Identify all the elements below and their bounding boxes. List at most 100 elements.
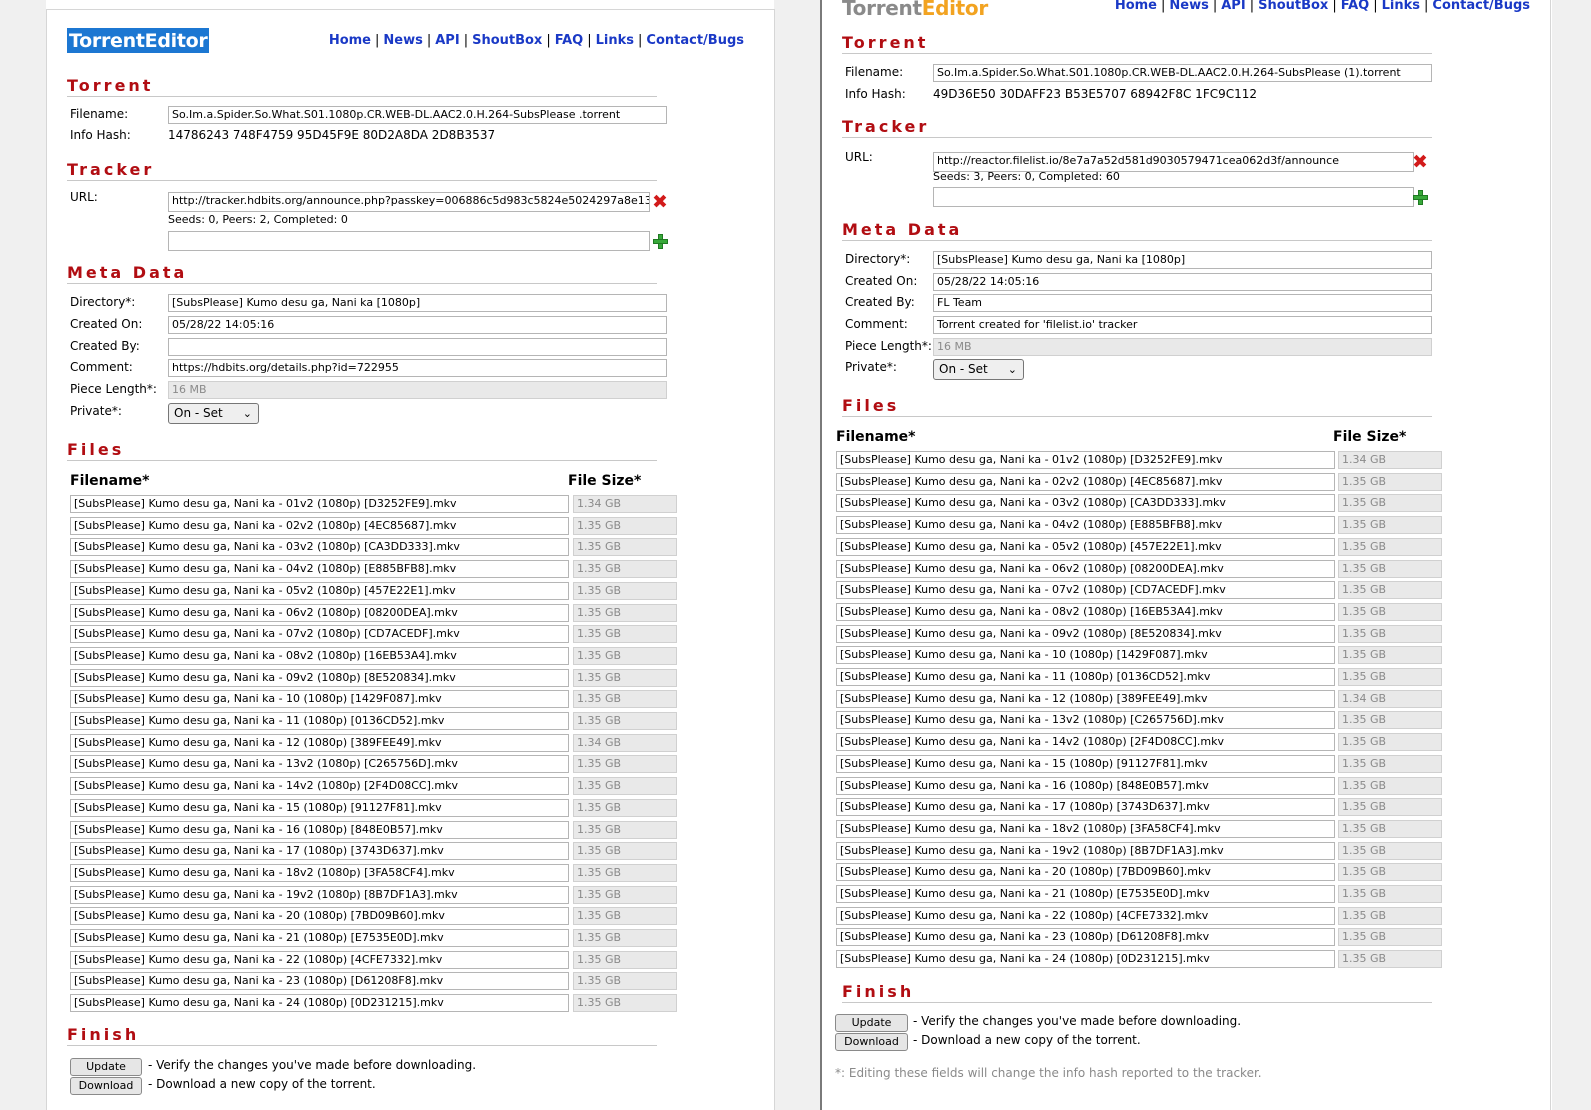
file-name-input[interactable]: [SubsPlease] Kumo desu ga, Nani ka - 17 …: [836, 798, 1335, 816]
file-name-input[interactable]: [SubsPlease] Kumo desu ga, Nani ka - 05v…: [70, 582, 569, 600]
file-name-input[interactable]: [SubsPlease] Kumo desu ga, Nani ka - 06v…: [836, 560, 1335, 578]
file-size-input: 1.35 GB: [1338, 820, 1442, 838]
file-name-input[interactable]: [SubsPlease] Kumo desu ga, Nani ka - 01v…: [70, 495, 569, 513]
add-tracker-icon[interactable]: [653, 234, 668, 249]
file-name-input[interactable]: [SubsPlease] Kumo desu ga, Nani ka - 21 …: [70, 929, 569, 947]
file-name-input[interactable]: [SubsPlease] Kumo desu ga, Nani ka - 05v…: [836, 538, 1335, 556]
file-name-input[interactable]: [SubsPlease] Kumo desu ga, Nani ka - 04v…: [70, 560, 569, 578]
file-name-input[interactable]: [SubsPlease] Kumo desu ga, Nani ka - 08v…: [836, 603, 1335, 621]
file-name-input[interactable]: [SubsPlease] Kumo desu ga, Nani ka - 07v…: [836, 581, 1335, 599]
filename-input[interactable]: So.Im.a.Spider.So.What.S01.1080p.CR.WEB-…: [168, 106, 667, 124]
remove-tracker-icon[interactable]: ✖: [652, 193, 668, 212]
file-name-input[interactable]: [SubsPlease] Kumo desu ga, Nani ka - 21 …: [836, 885, 1335, 903]
file-name-input[interactable]: [SubsPlease] Kumo desu ga, Nani ka - 23 …: [836, 928, 1335, 946]
created-by-input[interactable]: FL Team: [933, 294, 1432, 312]
file-name-input[interactable]: [SubsPlease] Kumo desu ga, Nani ka - 15 …: [836, 755, 1335, 773]
file-name-input[interactable]: [SubsPlease] Kumo desu ga, Nani ka - 17 …: [70, 842, 569, 860]
created-on-input[interactable]: 05/28/22 14:05:16: [933, 273, 1432, 291]
section-files: Files: [67, 440, 657, 461]
file-name-input[interactable]: [SubsPlease] Kumo desu ga, Nani ka - 14v…: [70, 777, 569, 795]
filename-label: Filename:: [845, 65, 904, 79]
nav-link-contact-bugs[interactable]: Contact/Bugs: [646, 33, 744, 48]
nav-link-news[interactable]: News: [383, 33, 422, 48]
file-name-input[interactable]: [SubsPlease] Kumo desu ga, Nani ka - 13v…: [70, 755, 569, 773]
file-name-input[interactable]: [SubsPlease] Kumo desu ga, Nani ka - 04v…: [836, 516, 1335, 534]
nav-link-faq[interactable]: FAQ: [1341, 0, 1370, 13]
site-logo[interactable]: TorrentEditor: [842, 0, 988, 20]
tracker-url-input[interactable]: http://reactor.filelist.io/8e7a7a52d581d…: [933, 152, 1414, 172]
file-name-input[interactable]: [SubsPlease] Kumo desu ga, Nani ka - 22 …: [836, 907, 1335, 925]
file-name-input[interactable]: [SubsPlease] Kumo desu ga, Nani ka - 16 …: [836, 777, 1335, 795]
file-name-input[interactable]: [SubsPlease] Kumo desu ga, Nani ka - 13v…: [836, 711, 1335, 729]
nav-link-api[interactable]: API: [1221, 0, 1245, 13]
file-name-input[interactable]: [SubsPlease] Kumo desu ga, Nani ka - 22 …: [70, 951, 569, 969]
update-description: - Verify the changes you've made before …: [148, 1058, 477, 1072]
file-size-input: 1.35 GB: [573, 517, 677, 535]
file-name-input[interactable]: [SubsPlease] Kumo desu ga, Nani ka - 02v…: [836, 473, 1335, 491]
file-name-input[interactable]: [SubsPlease] Kumo desu ga, Nani ka - 10 …: [836, 646, 1335, 664]
file-size-input: 1.35 GB: [573, 647, 677, 665]
file-name-input[interactable]: [SubsPlease] Kumo desu ga, Nani ka - 09v…: [70, 669, 569, 687]
comment-input[interactable]: https://hdbits.org/details.php?id=722955: [168, 359, 667, 377]
file-name-input[interactable]: [SubsPlease] Kumo desu ga, Nani ka - 20 …: [70, 907, 569, 925]
file-name-input[interactable]: [SubsPlease] Kumo desu ga, Nani ka - 11 …: [70, 712, 569, 730]
nav-link-home[interactable]: Home: [1115, 0, 1157, 13]
created-on-input[interactable]: 05/28/22 14:05:16: [168, 316, 667, 334]
nav-link-shoutbox[interactable]: ShoutBox: [472, 33, 542, 48]
file-name-input[interactable]: [SubsPlease] Kumo desu ga, Nani ka - 15 …: [70, 799, 569, 817]
nav-link-news[interactable]: News: [1169, 0, 1208, 13]
download-button[interactable]: Download: [835, 1033, 908, 1051]
file-name-input[interactable]: [SubsPlease] Kumo desu ga, Nani ka - 18v…: [836, 820, 1335, 838]
nav-link-links[interactable]: Links: [596, 33, 634, 48]
file-name-input[interactable]: [SubsPlease] Kumo desu ga, Nani ka - 18v…: [70, 864, 569, 882]
file-name-input[interactable]: [SubsPlease] Kumo desu ga, Nani ka - 02v…: [70, 517, 569, 535]
file-name-input[interactable]: [SubsPlease] Kumo desu ga, Nani ka - 12 …: [70, 734, 569, 752]
file-name-input[interactable]: [SubsPlease] Kumo desu ga, Nani ka - 20 …: [836, 863, 1335, 881]
file-name-input[interactable]: [SubsPlease] Kumo desu ga, Nani ka - 01v…: [836, 451, 1335, 469]
directory-label: Directory*:: [70, 295, 136, 309]
private-select[interactable]: On - Set ⌄: [168, 403, 259, 424]
file-name-input[interactable]: [SubsPlease] Kumo desu ga, Nani ka - 03v…: [70, 538, 569, 556]
directory-label: Directory*:: [845, 252, 911, 266]
file-name-input[interactable]: [SubsPlease] Kumo desu ga, Nani ka - 03v…: [836, 494, 1335, 512]
tracker-url-input[interactable]: http://tracker.hdbits.org/announce.php?p…: [168, 192, 650, 212]
new-tracker-url-input[interactable]: [168, 231, 650, 251]
nav-link-faq[interactable]: FAQ: [555, 33, 584, 48]
file-name-input[interactable]: [SubsPlease] Kumo desu ga, Nani ka - 07v…: [70, 625, 569, 643]
nav-link-api[interactable]: API: [435, 33, 459, 48]
file-name-input[interactable]: [SubsPlease] Kumo desu ga, Nani ka - 24 …: [70, 994, 569, 1012]
nav-link-shoutbox[interactable]: ShoutBox: [1258, 0, 1328, 13]
directory-input[interactable]: [SubsPlease] Kumo desu ga, Nani ka [1080…: [168, 294, 667, 312]
file-name-input[interactable]: [SubsPlease] Kumo desu ga, Nani ka - 09v…: [836, 625, 1335, 643]
private-select[interactable]: On - Set ⌄: [933, 359, 1024, 380]
file-name-input[interactable]: [SubsPlease] Kumo desu ga, Nani ka - 16 …: [70, 821, 569, 839]
file-name-input[interactable]: [SubsPlease] Kumo desu ga, Nani ka - 19v…: [70, 886, 569, 904]
remove-tracker-icon[interactable]: ✖: [1412, 153, 1428, 172]
file-size-input: 1.35 GB: [1338, 798, 1442, 816]
section-finish: Finish: [842, 982, 1432, 1003]
new-tracker-url-input[interactable]: [933, 187, 1414, 207]
file-name-input[interactable]: [SubsPlease] Kumo desu ga, Nani ka - 19v…: [836, 842, 1335, 860]
add-tracker-icon[interactable]: [1413, 190, 1428, 205]
nav-link-home[interactable]: Home: [329, 33, 371, 48]
created-by-input[interactable]: [168, 338, 667, 356]
nav-link-contact-bugs[interactable]: Contact/Bugs: [1432, 0, 1530, 13]
directory-input[interactable]: [SubsPlease] Kumo desu ga, Nani ka [1080…: [933, 251, 1432, 269]
update-button[interactable]: Update: [70, 1058, 142, 1076]
file-name-input[interactable]: [SubsPlease] Kumo desu ga, Nani ka - 10 …: [70, 690, 569, 708]
created-by-label: Created By:: [70, 339, 140, 353]
file-name-input[interactable]: [SubsPlease] Kumo desu ga, Nani ka - 11 …: [836, 668, 1335, 686]
file-name-input[interactable]: [SubsPlease] Kumo desu ga, Nani ka - 14v…: [836, 733, 1335, 751]
filename-input[interactable]: So.Im.a.Spider.So.What.S01.1080p.CR.WEB-…: [933, 64, 1432, 82]
update-description: - Verify the changes you've made before …: [913, 1014, 1242, 1028]
site-logo[interactable]: TorrentEditor: [67, 28, 210, 53]
file-name-input[interactable]: [SubsPlease] Kumo desu ga, Nani ka - 06v…: [70, 604, 569, 622]
file-name-input[interactable]: [SubsPlease] Kumo desu ga, Nani ka - 12 …: [836, 690, 1335, 708]
update-button[interactable]: Update: [835, 1014, 908, 1032]
file-name-input[interactable]: [SubsPlease] Kumo desu ga, Nani ka - 24 …: [836, 950, 1335, 968]
file-name-input[interactable]: [SubsPlease] Kumo desu ga, Nani ka - 08v…: [70, 647, 569, 665]
comment-input[interactable]: Torrent created for 'filelist.io' tracke…: [933, 316, 1432, 334]
download-button[interactable]: Download: [70, 1077, 142, 1095]
file-name-input[interactable]: [SubsPlease] Kumo desu ga, Nani ka - 23 …: [70, 972, 569, 990]
nav-link-links[interactable]: Links: [1382, 0, 1420, 13]
